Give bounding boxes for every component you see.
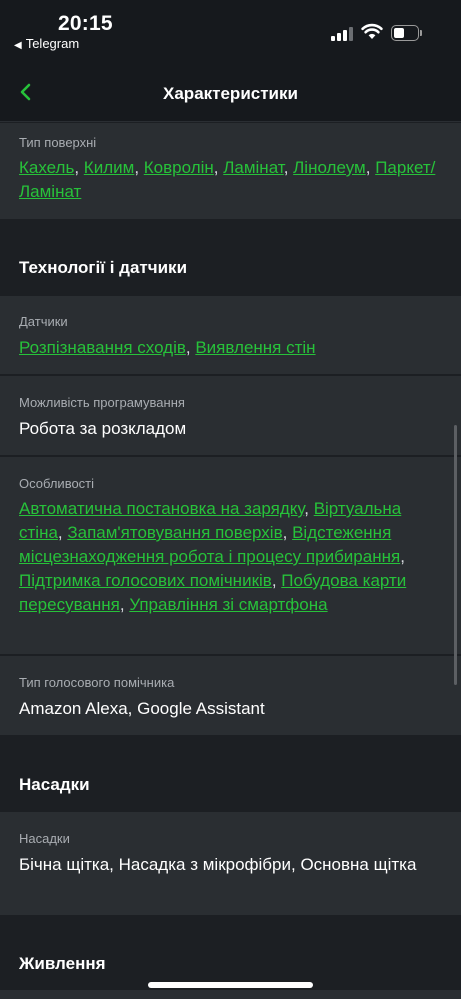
sensors-card: Датчики Розпізнавання сходів, Виявлення … bbox=[0, 296, 461, 374]
surface-type-card: Тип поверхні Кахель, Килим, Ковролін, Ла… bbox=[0, 123, 461, 219]
features-label: Особливості bbox=[19, 476, 95, 491]
surface-type-links: Кахель, Килим, Ковролін, Ламінат, Ліноле… bbox=[19, 158, 436, 201]
programming-value: Робота за розкладом bbox=[19, 419, 187, 438]
section-header-attachments: Насадки bbox=[19, 775, 90, 794]
attachments-card: Насадки Бічна щітка, Насадка з мікрофібр… bbox=[0, 812, 461, 915]
feature-link[interactable]: Підтримка голосових помічників bbox=[19, 571, 272, 590]
status-time: 20:15 bbox=[58, 12, 113, 35]
features-card: Особливості Автоматична постановка на за… bbox=[0, 457, 461, 654]
voice-assistant-value: Amazon Alexa, Google Assistant bbox=[19, 699, 265, 718]
sensor-link[interactable]: Розпізнавання сходів bbox=[19, 338, 186, 357]
feature-link[interactable]: Автоматична постановка на зарядку bbox=[19, 499, 304, 518]
back-to-telegram-link[interactable]: ◀ Telegram bbox=[14, 36, 79, 51]
attachments-value: Бічна щітка, Насадка з мікрофібри, Основ… bbox=[19, 855, 417, 874]
surface-link[interactable]: Ламінат bbox=[223, 158, 283, 177]
battery-icon bbox=[391, 25, 423, 41]
sensors-links: Розпізнавання сходів, Виявлення стін bbox=[19, 338, 316, 357]
voice-assistant-label: Тип голосового помічника bbox=[19, 675, 175, 690]
sensors-label: Датчики bbox=[19, 314, 68, 329]
surface-link[interactable]: Килим bbox=[84, 158, 135, 177]
programming-label: Можливість програмування bbox=[19, 395, 185, 410]
status-bar: 20:15 ◀ Telegram bbox=[0, 0, 461, 62]
surface-link[interactable]: Лінолеум bbox=[293, 158, 366, 177]
surface-link[interactable]: Кахель bbox=[19, 158, 74, 177]
surface-type-label: Тип поверхні bbox=[19, 135, 97, 150]
feature-link[interactable]: Запам'ятовування поверхів bbox=[67, 523, 282, 542]
page-title: Характеристики bbox=[163, 84, 298, 103]
voice-assistant-card: Тип голосового помічника Amazon Alexa, G… bbox=[0, 656, 461, 735]
programming-card: Можливість програмування Робота за розкл… bbox=[0, 376, 461, 455]
section-header-technologies: Технології і датчики bbox=[19, 258, 188, 277]
feature-link[interactable]: Управління зі смартфона bbox=[129, 595, 327, 614]
scrollbar[interactable] bbox=[454, 425, 457, 685]
surface-link[interactable]: Ковролін bbox=[144, 158, 214, 177]
wifi-icon bbox=[361, 23, 383, 39]
power-card bbox=[0, 990, 461, 999]
navigation-bar: Характеристики bbox=[0, 62, 461, 122]
section-header-power: Живлення bbox=[19, 954, 106, 973]
features-links: Автоматична постановка на зарядку, Вірту… bbox=[19, 499, 407, 614]
home-indicator[interactable] bbox=[148, 982, 313, 988]
back-arrow-icon: ◀ bbox=[14, 40, 22, 51]
cellular-signal-icon bbox=[331, 26, 353, 41]
sensor-link[interactable]: Виявлення стін bbox=[195, 338, 315, 357]
back-app-label: Telegram bbox=[25, 36, 80, 51]
attachments-label: Насадки bbox=[19, 831, 70, 846]
